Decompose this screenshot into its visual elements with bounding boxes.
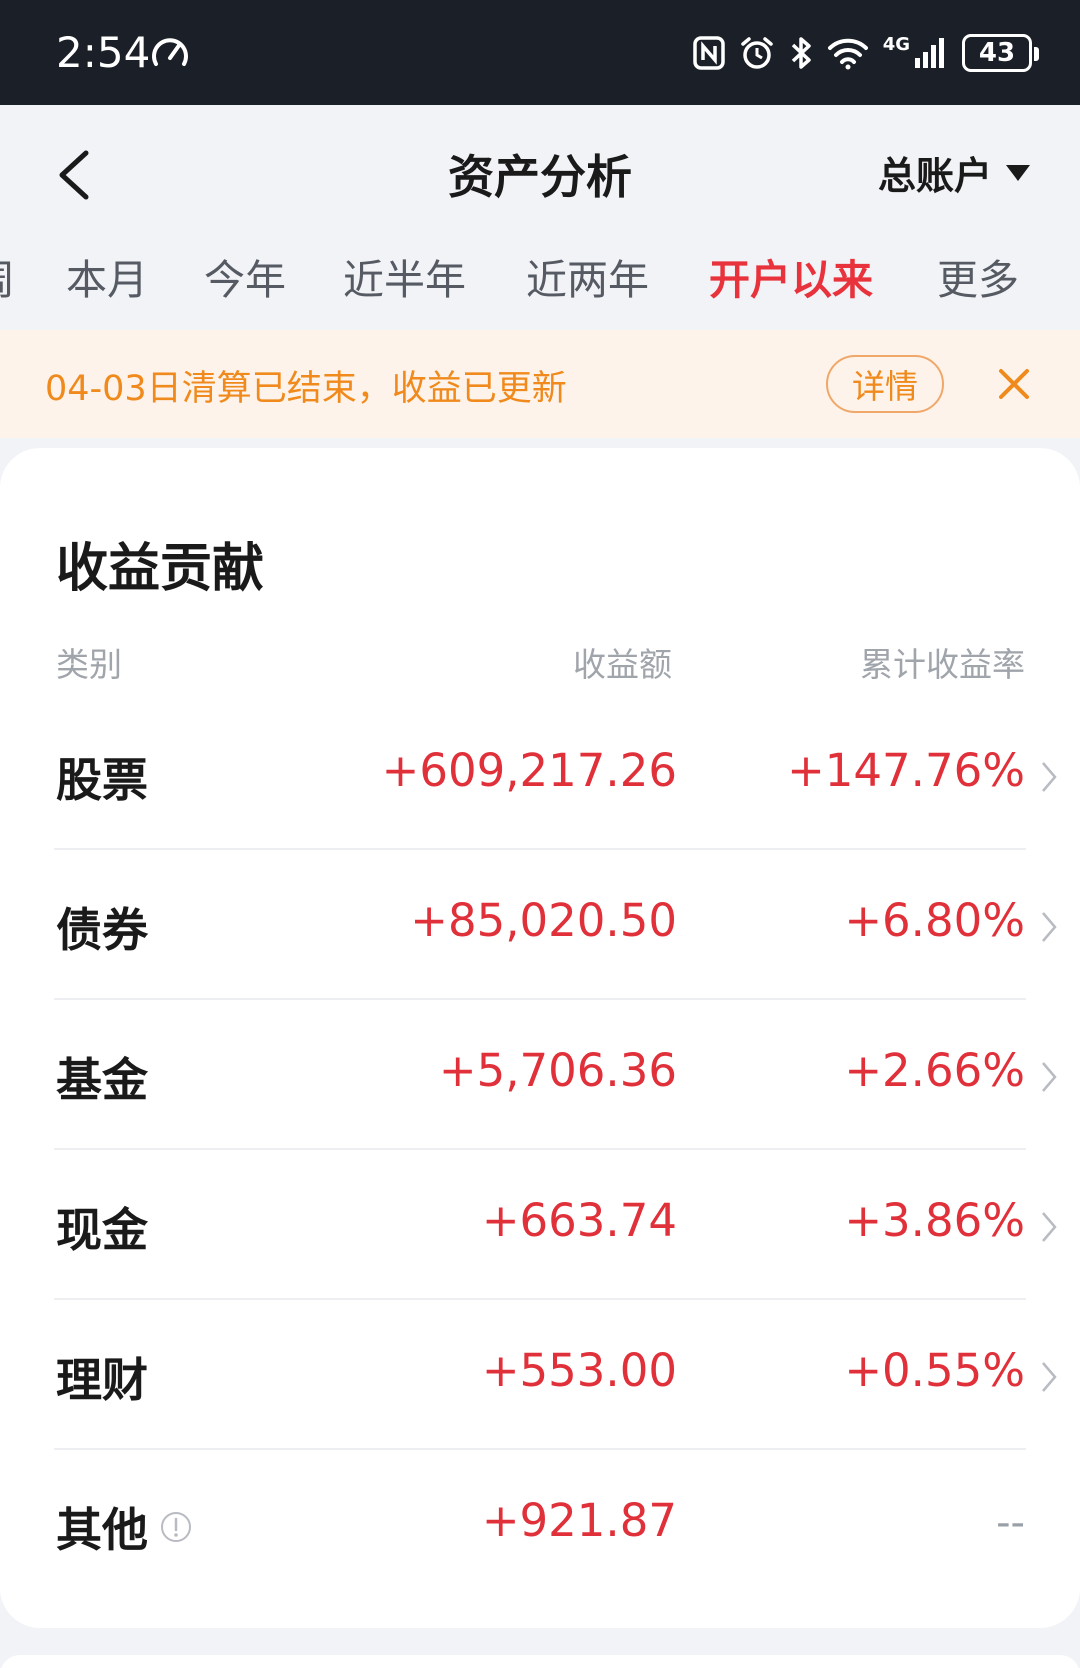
status-icons: 4G 43	[692, 30, 1039, 76]
tab-since-opening[interactable]: 开户以来	[709, 246, 873, 306]
row-funds[interactable]: 基金 +5,706.36 +2.66%	[0, 1000, 1080, 1150]
row-cash[interactable]: 现金 +663.74 +3.86%	[0, 1150, 1080, 1300]
chevron-right-icon	[1042, 912, 1057, 942]
row-stocks[interactable]: 股票 +609,217.26 +147.76%	[0, 700, 1080, 850]
detail-button[interactable]: 详情	[826, 355, 944, 413]
row-other: 其他 +921.87 --	[0, 1450, 1080, 1600]
amount-value: +663.74	[481, 1194, 677, 1247]
cellular-signal: 4G	[883, 36, 948, 70]
category-label: 其他	[56, 1503, 148, 1557]
notice-text: 04-03日清算已结束，收益已更新	[45, 369, 567, 409]
tab-half-year[interactable]: 近半年	[343, 246, 466, 306]
status-time: 2:54	[56, 28, 151, 77]
rate-value: +6.80%	[844, 894, 1025, 947]
rate-value: +0.55%	[844, 1344, 1025, 1397]
amount-value: +5,706.36	[438, 1044, 677, 1097]
caret-down-icon	[1006, 164, 1030, 181]
rate-value: +147.76%	[787, 744, 1025, 797]
chevron-right-icon	[1042, 1212, 1057, 1242]
category-label: 股票	[56, 753, 148, 807]
tab-this-month[interactable]: 本月	[66, 246, 148, 306]
close-icon[interactable]	[996, 366, 1032, 402]
column-header-rate: 累计收益率	[860, 645, 1025, 684]
card-title: 收益贡献	[56, 539, 265, 599]
settlement-notice: 04-03日清算已结束，收益已更新 详情	[0, 330, 1080, 438]
tab-this-year[interactable]: 今年	[204, 246, 286, 306]
amount-value: +921.87	[481, 1494, 677, 1547]
column-header-category: 类别	[56, 645, 122, 684]
contribution-card: 收益贡献 类别 收益额 累计收益率 股票 +609,217.26 +147.76…	[0, 448, 1080, 1628]
amount-value: +553.00	[481, 1344, 677, 1397]
account-label: 总账户	[877, 154, 992, 198]
row-wealth-management[interactable]: 理财 +553.00 +0.55%	[0, 1300, 1080, 1450]
category-label: 债券	[56, 903, 148, 957]
rate-value: --	[996, 1500, 1025, 1546]
category-label-wrap: 其他	[56, 1494, 192, 1560]
period-tabs: 周 本月 今年 近半年 近两年 开户以来 更多	[0, 240, 1080, 310]
amount-value: +609,217.26	[381, 744, 677, 797]
category-label: 基金	[56, 1053, 148, 1107]
info-icon[interactable]	[160, 1511, 192, 1543]
rate-value: +3.86%	[844, 1194, 1025, 1247]
rate-value: +2.66%	[844, 1044, 1025, 1097]
tab-two-years[interactable]: 近两年	[526, 246, 649, 306]
speedometer-icon	[152, 38, 188, 66]
chevron-right-icon	[1042, 1062, 1057, 1092]
chevron-right-icon	[1042, 762, 1057, 792]
header: 资产分析 总账户	[0, 105, 1080, 235]
nfc-icon	[692, 36, 725, 70]
battery-indicator: 43	[962, 34, 1039, 72]
category-label: 现金	[56, 1203, 148, 1257]
signal-bars-icon	[915, 38, 944, 68]
account-selector[interactable]: 总账户	[878, 145, 1030, 200]
column-header-amount: 收益额	[573, 645, 672, 684]
tab-more[interactable]: 更多	[937, 246, 1019, 306]
alarm-icon	[740, 37, 773, 69]
category-label: 理财	[56, 1353, 148, 1407]
status-bar: 2:54 4G 43	[0, 0, 1080, 105]
amount-value: +85,020.50	[410, 894, 677, 947]
wifi-icon	[827, 38, 868, 70]
network-type: 4G	[882, 34, 910, 55]
tab-week[interactable]: 周	[0, 246, 15, 306]
bluetooth-icon	[791, 37, 811, 69]
row-bonds[interactable]: 债券 +85,020.50 +6.80%	[0, 850, 1080, 1000]
chevron-right-icon	[1042, 1362, 1057, 1392]
next-card-edge	[0, 1655, 1080, 1668]
